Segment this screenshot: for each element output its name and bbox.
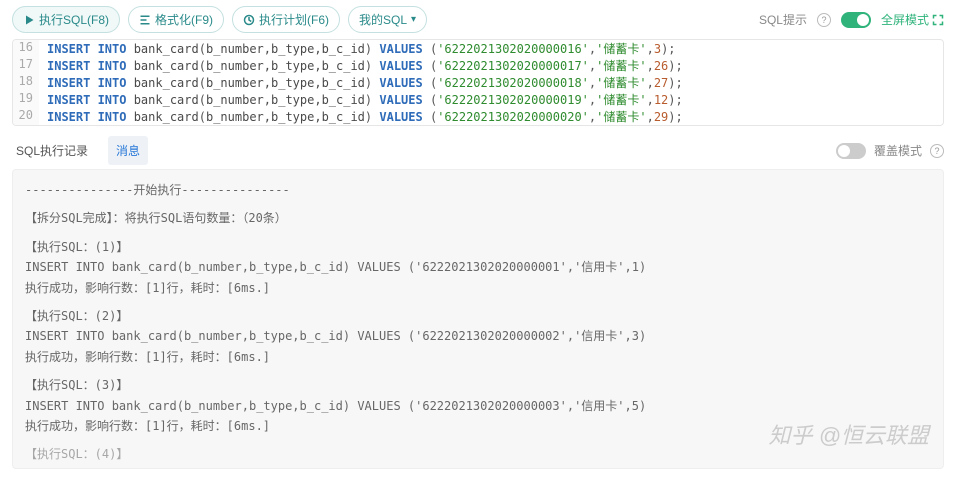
exec-sql: INSERT INTO bank_card(b_number,b_type,b_… <box>25 257 931 277</box>
mysql-label: 我的SQL <box>359 11 407 28</box>
exec-block: 【执行SQL：(4)】INSERT INTO bank_card(b_numbe… <box>25 444 931 469</box>
exec-block: 【执行SQL：(3)】INSERT INTO bank_card(b_numbe… <box>25 375 931 436</box>
editor-line: 16INSERT INTO bank_card(b_number,b_type,… <box>13 40 943 57</box>
tab-message[interactable]: 消息 <box>108 136 148 165</box>
sql-hint-toggle[interactable] <box>841 12 871 28</box>
help-icon[interactable]: ? <box>817 13 831 27</box>
overwrite-label: 覆盖模式 <box>874 142 922 159</box>
editor-line: 20INSERT INTO bank_card(b_number,b_type,… <box>13 108 943 125</box>
output-panel: ---------------开始执行--------------- 【拆分SQ… <box>12 169 944 469</box>
exec-sql: INSERT INTO bank_card(b_number,b_type,b_… <box>25 465 931 469</box>
line-number: 18 <box>13 74 39 91</box>
exec-sql: INSERT INTO bank_card(b_number,b_type,b_… <box>25 326 931 346</box>
line-number: 20 <box>13 108 39 125</box>
overwrite-toggle[interactable] <box>836 143 866 159</box>
result-tabs: SQL执行记录 消息 覆盖模式 ? <box>0 132 956 169</box>
tab-history[interactable]: SQL执行记录 <box>12 136 92 165</box>
plan-icon <box>243 14 255 26</box>
exec-result: 执行成功，影响行数：[1]行，耗时：[6ms.] <box>25 347 931 367</box>
fullscreen-link[interactable]: 全屏模式 <box>881 11 944 28</box>
run-sql-button[interactable]: 执行SQL(F8) <box>12 6 120 33</box>
mysql-button[interactable]: 我的SQL ▾ <box>348 6 427 33</box>
line-number: 16 <box>13 40 39 57</box>
code-content[interactable]: INSERT INTO bank_card(b_number,b_type,b_… <box>39 40 676 57</box>
output-split-done: 【拆分SQL完成】：将执行SQL语句数量：（20条） <box>25 208 931 228</box>
format-button[interactable]: 格式化(F9) <box>128 6 224 33</box>
fullscreen-label: 全屏模式 <box>881 11 929 28</box>
plan-label: 执行计划(F6) <box>259 11 329 28</box>
chevron-down-icon: ▾ <box>411 14 416 25</box>
exec-result: 执行成功，影响行数：[1]行，耗时：[6ms.] <box>25 416 931 436</box>
format-icon <box>139 14 151 26</box>
editor-line: 18INSERT INTO bank_card(b_number,b_type,… <box>13 74 943 91</box>
run-sql-label: 执行SQL(F8) <box>39 11 109 28</box>
code-content[interactable]: INSERT INTO bank_card(b_number,b_type,b_… <box>39 108 683 125</box>
exec-result: 执行成功，影响行数：[1]行，耗时：[6ms.] <box>25 278 931 298</box>
line-number: 17 <box>13 57 39 74</box>
toolbar: 执行SQL(F8) 格式化(F9) 执行计划(F6) 我的SQL ▾ SQL提示… <box>0 0 956 39</box>
play-icon <box>23 14 35 26</box>
code-content[interactable]: INSERT INTO bank_card(b_number,b_type,b_… <box>39 91 683 108</box>
exec-block: 【执行SQL：(1)】INSERT INTO bank_card(b_numbe… <box>25 237 931 298</box>
exec-head: 【执行SQL：(3)】 <box>25 375 931 395</box>
exec-head: 【执行SQL：(2)】 <box>25 306 931 326</box>
code-content[interactable]: INSERT INTO bank_card(b_number,b_type,b_… <box>39 57 683 74</box>
line-number: 19 <box>13 91 39 108</box>
format-label: 格式化(F9) <box>155 11 213 28</box>
exec-head: 【执行SQL：(1)】 <box>25 237 931 257</box>
editor-line: 17INSERT INTO bank_card(b_number,b_type,… <box>13 57 943 74</box>
sql-editor[interactable]: 16INSERT INTO bank_card(b_number,b_type,… <box>12 39 944 126</box>
exec-block: 【执行SQL：(2)】INSERT INTO bank_card(b_numbe… <box>25 306 931 367</box>
sql-hint-label: SQL提示 <box>759 11 807 28</box>
code-content[interactable]: INSERT INTO bank_card(b_number,b_type,b_… <box>39 74 683 91</box>
output-separator: ---------------开始执行--------------- <box>25 180 931 200</box>
plan-button[interactable]: 执行计划(F6) <box>232 6 340 33</box>
expand-icon <box>932 14 944 26</box>
editor-line: 19INSERT INTO bank_card(b_number,b_type,… <box>13 91 943 108</box>
exec-sql: INSERT INTO bank_card(b_number,b_type,b_… <box>25 396 931 416</box>
help-icon[interactable]: ? <box>930 144 944 158</box>
exec-head: 【执行SQL：(4)】 <box>25 444 931 464</box>
